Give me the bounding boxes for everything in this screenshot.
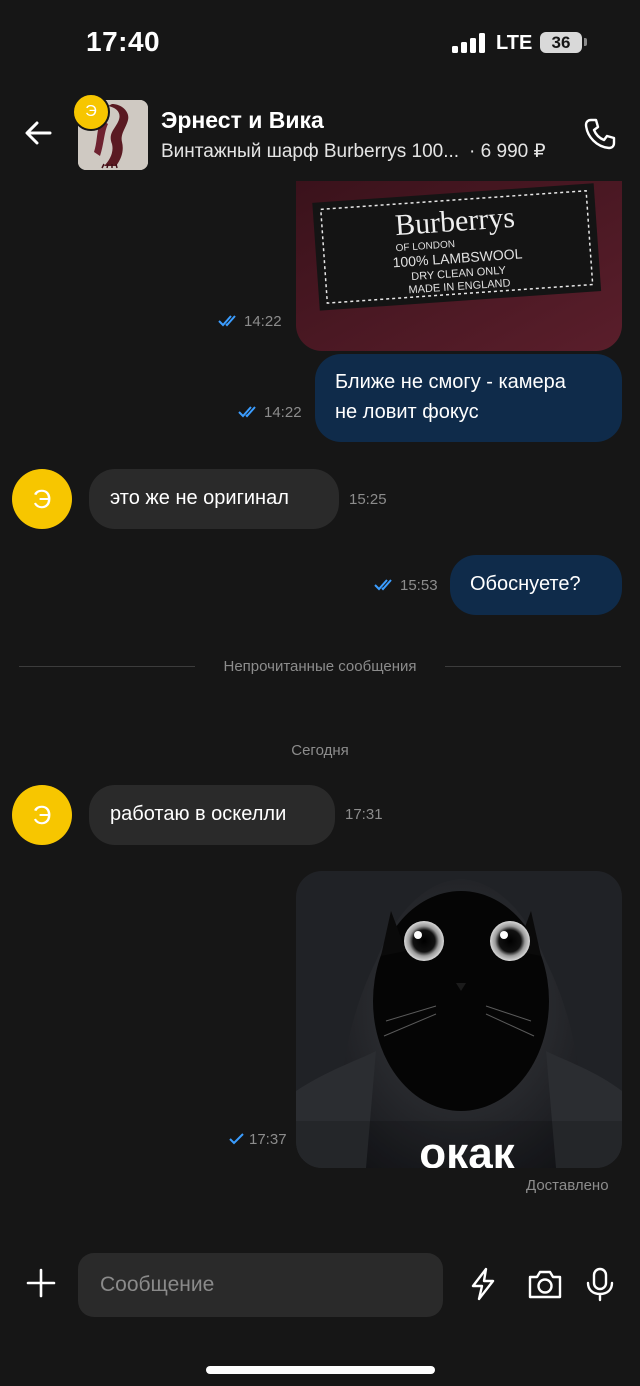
avatar[interactable]: Э bbox=[12, 785, 72, 845]
photo-message[interactable]: окак bbox=[296, 871, 622, 1168]
message-bubble-outgoing[interactable]: Обоснуете? bbox=[450, 555, 622, 615]
divider-line bbox=[445, 666, 621, 667]
network-type: LTE bbox=[496, 32, 533, 54]
home-indicator bbox=[206, 1366, 435, 1374]
lightning-icon[interactable] bbox=[465, 1266, 501, 1302]
signal-icon bbox=[452, 33, 486, 53]
photo-burberrys-label: Burberrys OF LONDON 100% LAMBSWOOL DRY C… bbox=[296, 181, 622, 351]
message-time: 14:22 bbox=[218, 313, 282, 330]
message-bubble-incoming[interactable]: работаю в оскелли bbox=[89, 785, 335, 845]
double-check-icon bbox=[374, 579, 392, 591]
avatar[interactable]: Э bbox=[12, 469, 72, 529]
message-time: 17:31 bbox=[345, 806, 383, 823]
double-check-icon bbox=[218, 315, 236, 327]
meme-hooded-cat-image: окак bbox=[296, 871, 622, 1168]
phone-icon[interactable] bbox=[582, 116, 618, 152]
back-arrow-icon[interactable] bbox=[18, 112, 60, 154]
single-check-icon bbox=[229, 1133, 244, 1145]
microphone-icon[interactable] bbox=[582, 1266, 618, 1302]
battery-icon: 36 bbox=[540, 32, 582, 53]
message-bubble-incoming[interactable]: это же не оригинал bbox=[89, 469, 339, 529]
message-text: работаю в оскелли bbox=[110, 803, 287, 825]
message-time: 15:53 bbox=[374, 577, 438, 594]
seller-avatar-badge: Э bbox=[72, 93, 110, 131]
chat-name[interactable]: Эрнест и Вика bbox=[161, 107, 324, 134]
message-text-line: Ближе не смогу - камера bbox=[335, 371, 566, 393]
product-title: Винтажный шарф Burberrys 100... bbox=[161, 141, 460, 162]
product-price: · 6 990 ₽ bbox=[469, 141, 546, 162]
message-text-line: не ловит фокус bbox=[335, 401, 479, 423]
message-time: 14:22 bbox=[238, 404, 302, 421]
message-time: 15:25 bbox=[349, 491, 387, 508]
chat-header: Э Эрнест и Вика Винтажный шарф Burberrys… bbox=[0, 88, 640, 180]
delivery-status: Доставлено bbox=[526, 1177, 609, 1194]
meme-caption: окак bbox=[419, 1129, 515, 1168]
double-check-icon bbox=[238, 406, 256, 418]
product-info[interactable]: Винтажный шарф Burberrys 100... · 6 990 ₽ bbox=[161, 140, 546, 163]
message-time: 17:37 bbox=[229, 1131, 287, 1148]
message-text: Обоснуете? bbox=[470, 573, 581, 595]
message-text: это же не оригинал bbox=[110, 487, 289, 509]
date-divider: Сегодня bbox=[291, 742, 349, 759]
photo-message[interactable]: Burberrys OF LONDON 100% LAMBSWOOL DRY C… bbox=[296, 181, 622, 351]
camera-icon[interactable] bbox=[526, 1266, 564, 1302]
chat-screen: 17:40 LTE 36 Э Эрнест и Вика Винтажный ш… bbox=[0, 0, 640, 1386]
status-bar: 17:40 LTE 36 bbox=[0, 0, 640, 88]
message-input-bar bbox=[0, 1236, 640, 1386]
plus-icon[interactable] bbox=[24, 1266, 58, 1300]
battery-cap bbox=[584, 38, 587, 46]
message-input[interactable] bbox=[78, 1253, 443, 1317]
battery-level: 36 bbox=[551, 33, 571, 52]
message-bubble-outgoing[interactable]: Ближе не смогу - камера не ловит фокус bbox=[315, 354, 622, 442]
status-time: 17:40 bbox=[86, 26, 161, 57]
